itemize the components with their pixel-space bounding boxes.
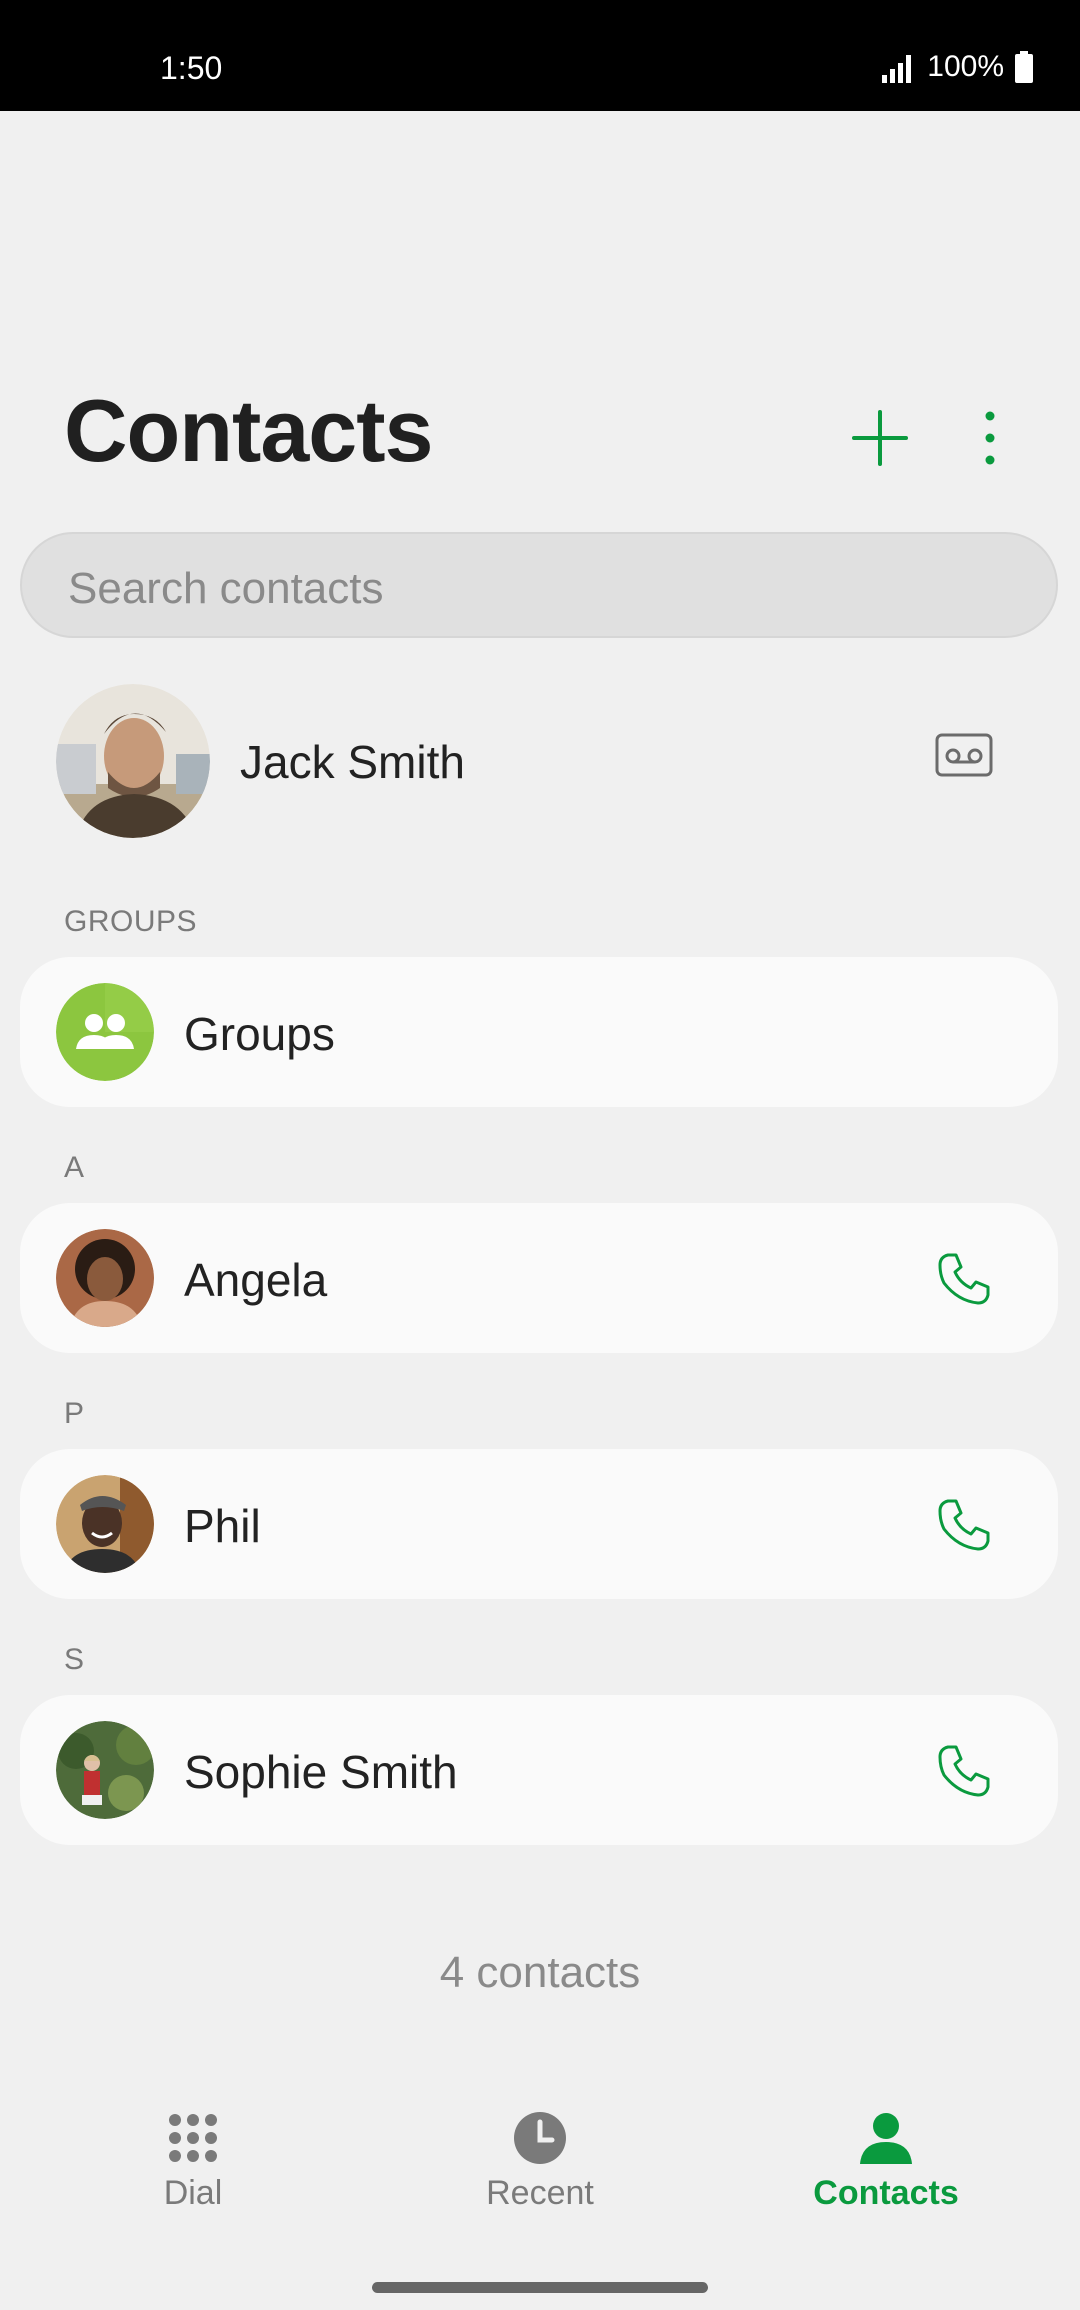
contact-avatar	[56, 1721, 154, 1819]
search-input[interactable]: Search contacts	[20, 532, 1058, 638]
contacts-count: 4 contacts	[439, 1948, 641, 1997]
section-label-p: P	[64, 1397, 85, 1430]
battery-percent: 100%	[927, 50, 1004, 83]
status-bar: 1:50 100%	[0, 0, 1080, 111]
contact-avatar	[56, 1475, 154, 1573]
clock-icon	[514, 2112, 566, 2164]
phone-icon[interactable]	[936, 1743, 992, 1799]
my-profile-row[interactable]: Jack Smith	[20, 680, 1058, 840]
section-label-s: S	[64, 1643, 85, 1676]
add-contact-button[interactable]	[852, 410, 908, 466]
contact-name: Sophie Smith	[184, 1746, 458, 1798]
phone-icon[interactable]	[936, 1251, 992, 1307]
section-label-groups: GROUPS	[64, 905, 198, 938]
nav-label-contacts: Contacts	[813, 2174, 959, 2212]
voicemail-icon[interactable]	[935, 733, 993, 777]
nav-label-recent: Recent	[486, 2174, 594, 2212]
contact-name: Angela	[184, 1254, 328, 1306]
group-icon	[56, 983, 154, 1081]
contact-card-phil[interactable]: Phil	[20, 1449, 1058, 1599]
home-indicator[interactable]	[372, 2282, 708, 2293]
contact-card-sophie-smith[interactable]: Sophie Smith	[20, 1695, 1058, 1845]
groups-card[interactable]: Groups	[20, 957, 1058, 1107]
contact-name: Phil	[184, 1500, 261, 1552]
page-title: Contacts	[64, 381, 433, 480]
battery-icon	[1015, 51, 1033, 83]
more-options-button[interactable]	[970, 410, 1010, 466]
phone-icon[interactable]	[936, 1497, 992, 1553]
status-indicators: 100%	[881, 50, 1034, 84]
status-time: 1:50	[160, 50, 223, 86]
contact-card-angela[interactable]: Angela	[20, 1203, 1058, 1353]
profile-avatar	[56, 684, 210, 838]
nav-tab-dial[interactable]: Dial	[73, 2110, 313, 2230]
contact-avatar	[56, 1229, 154, 1327]
search-placeholder: Search contacts	[68, 564, 384, 613]
nav-tab-contacts[interactable]: Contacts	[766, 2110, 1006, 2230]
person-icon	[860, 2113, 912, 2164]
dialpad-icon	[169, 2114, 217, 2162]
groups-label: Groups	[184, 1008, 335, 1060]
bottom-navigation: Dial Recent Contacts	[0, 2110, 1080, 2230]
section-label-a: A	[64, 1151, 85, 1184]
signal-icon	[882, 55, 912, 83]
nav-tab-recent[interactable]: Recent	[420, 2110, 660, 2230]
nav-label-dial: Dial	[163, 2174, 223, 2212]
profile-name: Jack Smith	[240, 736, 465, 788]
